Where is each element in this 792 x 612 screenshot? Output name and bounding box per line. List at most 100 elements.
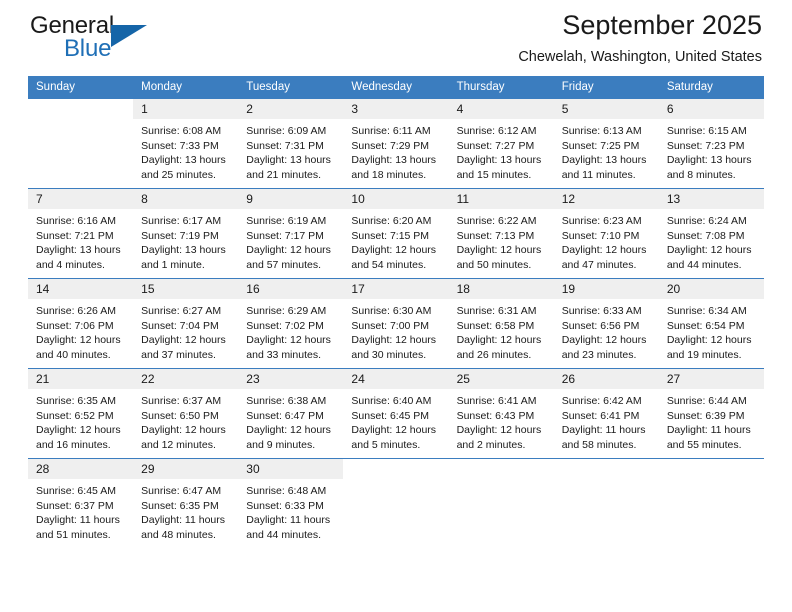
sunrise-text: Sunrise: 6:42 AM xyxy=(561,395,642,407)
day-details: Sunrise: 6:41 AM Sunset: 6:43 PM Daylight:… xyxy=(449,389,554,452)
calendar-day-number: 1 xyxy=(133,99,239,119)
day-details: Sunrise: 6:42 AM Sunset: 6:41 PM Daylight:… xyxy=(554,389,659,452)
calendar-day-cell[interactable]: 30 Sunrise: 6:48 AM Sunset: 6:33 PM Dayligh… xyxy=(238,458,344,553)
calendar-day-cell[interactable]: 19 Sunrise: 6:33 AM Sunset: 6:56 PM Dayligh… xyxy=(553,278,659,369)
sunset-text: Sunset: 7:25 PM xyxy=(561,139,640,152)
sunset-text: Sunset: 7:19 PM xyxy=(141,229,219,242)
calendar-day-cell[interactable]: 20 Sunrise: 6:34 AM Sunset: 6:54 PM Dayligh… xyxy=(658,278,764,369)
calendar-day-number: 18 xyxy=(448,279,554,299)
sunrise-text: Sunrise: 6:12 AM xyxy=(456,125,537,137)
calendar-day-cell[interactable]: 9 Sunrise: 6:19 AM Sunset: 7:17 PM Daylight… xyxy=(238,188,344,279)
calendar-day-cell[interactable]: 1 Sunrise: 6:08 AM Sunset: 7:33 PM Daylight… xyxy=(133,98,239,189)
sunrise-text: Sunrise: 6:15 AM xyxy=(666,125,747,137)
weekday-header-friday: Friday xyxy=(553,76,659,99)
calendar-day-cell[interactable]: 2 Sunrise: 6:09 AM Sunset: 7:31 PM Daylight… xyxy=(238,98,344,189)
daylight-text-line1: Daylight: 12 hours xyxy=(456,244,542,257)
sunset-text: Sunset: 7:31 PM xyxy=(246,139,324,152)
daylight-text-line1: Daylight: 12 hours xyxy=(456,424,542,437)
daylight-text-line2: and 55 minutes. xyxy=(666,438,742,451)
daylight-text-line2: and 4 minutes. xyxy=(36,258,105,271)
sunrise-text: Sunrise: 6:48 AM xyxy=(246,485,327,497)
calendar-day-cell[interactable]: 18 Sunrise: 6:31 AM Sunset: 6:58 PM Dayligh… xyxy=(448,278,554,369)
calendar-day-cell[interactable]: 17 Sunrise: 6:30 AM Sunset: 7:00 PM Dayligh… xyxy=(343,278,449,369)
calendar-day-cell[interactable]: 25 Sunrise: 6:41 AM Sunset: 6:43 PM Dayligh… xyxy=(448,368,554,459)
day-details: Sunrise: 6:29 AM Sunset: 7:02 PM Daylight:… xyxy=(238,299,343,362)
title-block: September 2025 Chewelah, Washington, Uni… xyxy=(518,8,762,68)
sunrise-text: Sunrise: 6:40 AM xyxy=(351,395,432,407)
daylight-text-line1: Daylight: 11 hours xyxy=(561,424,646,437)
sunrise-text: Sunrise: 6:13 AM xyxy=(561,125,642,137)
day-details: Sunrise: 6:26 AM Sunset: 7:06 PM Daylight:… xyxy=(28,299,133,362)
calendar-day-cell[interactable]: 29 Sunrise: 6:47 AM Sunset: 6:35 PM Dayligh… xyxy=(133,458,239,553)
calendar-day-cell[interactable]: 23 Sunrise: 6:38 AM Sunset: 6:47 PM Dayligh… xyxy=(238,368,344,459)
calendar-day-cell[interactable]: 11 Sunrise: 6:22 AM Sunset: 7:13 PM Dayligh… xyxy=(448,188,554,279)
sunset-text: Sunset: 6:52 PM xyxy=(36,409,114,422)
calendar-day-cell[interactable]: 28 Sunrise: 6:45 AM Sunset: 6:37 PM Dayligh… xyxy=(28,458,134,553)
calendar-day-number: 11 xyxy=(448,189,554,209)
day-details: Sunrise: 6:44 AM Sunset: 6:39 PM Daylight:… xyxy=(659,389,764,452)
calendar-day-cell[interactable]: 14 Sunrise: 6:26 AM Sunset: 7:06 PM Dayligh… xyxy=(28,278,134,369)
sunrise-text: Sunrise: 6:24 AM xyxy=(666,215,747,227)
daylight-text-line1: Daylight: 12 hours xyxy=(666,334,752,347)
sunrise-text: Sunrise: 6:37 AM xyxy=(141,395,222,407)
weekday-header-tuesday: Tuesday xyxy=(238,76,344,99)
calendar-day-cell[interactable]: 6 Sunrise: 6:15 AM Sunset: 7:23 PM Daylight… xyxy=(658,98,764,189)
calendar-day-cell[interactable]: 4 Sunrise: 6:12 AM Sunset: 7:27 PM Daylight… xyxy=(448,98,554,189)
calendar-day-cell[interactable]: 21 Sunrise: 6:35 AM Sunset: 6:52 PM Dayligh… xyxy=(28,368,134,459)
calendar-day-number: 28 xyxy=(28,459,134,479)
calendar-day-cell[interactable]: 10 Sunrise: 6:20 AM Sunset: 7:15 PM Dayligh… xyxy=(343,188,449,279)
calendar-day-cell[interactable]: 12 Sunrise: 6:23 AM Sunset: 7:10 PM Dayligh… xyxy=(553,188,659,279)
day-details: Sunrise: 6:15 AM Sunset: 7:23 PM Daylight:… xyxy=(659,119,764,182)
calendar-day-number: 24 xyxy=(343,369,449,389)
sunset-text: Sunset: 6:41 PM xyxy=(561,409,640,422)
sunset-text: Sunset: 7:08 PM xyxy=(666,229,745,242)
daylight-text-line1: Daylight: 12 hours xyxy=(246,244,331,257)
daylight-text-line2: and 18 minutes. xyxy=(351,168,427,181)
daylight-text-line1: Daylight: 13 hours xyxy=(36,244,121,257)
day-details: Sunrise: 6:23 AM Sunset: 7:10 PM Daylight:… xyxy=(554,209,659,272)
calendar-day-cell[interactable]: 26 Sunrise: 6:42 AM Sunset: 6:41 PM Dayligh… xyxy=(553,368,659,459)
calendar-day-cell[interactable]: 7 Sunrise: 6:16 AM Sunset: 7:21 PM Daylight… xyxy=(28,188,134,279)
day-details: Sunrise: 6:24 AM Sunset: 7:08 PM Daylight:… xyxy=(659,209,764,272)
sunrise-text: Sunrise: 6:19 AM xyxy=(246,215,327,227)
sunset-text: Sunset: 6:45 PM xyxy=(351,409,430,422)
weekday-header-monday: Monday xyxy=(133,76,239,99)
calendar-day-number: 17 xyxy=(343,279,449,299)
day-details: Sunrise: 6:09 AM Sunset: 7:31 PM Daylight:… xyxy=(238,119,343,182)
calendar-day-cell[interactable]: 8 Sunrise: 6:17 AM Sunset: 7:19 PM Daylight… xyxy=(133,188,239,279)
calendar-day-cell[interactable]: 24 Sunrise: 6:40 AM Sunset: 6:45 PM Dayligh… xyxy=(343,368,449,459)
daylight-text-line2: and 11 minutes. xyxy=(561,168,636,181)
daylight-text-line2: and 54 minutes. xyxy=(351,258,427,271)
brand-logo[interactable]: General Blue xyxy=(30,12,210,68)
calendar-day-cell[interactable]: 15 Sunrise: 6:27 AM Sunset: 7:04 PM Dayligh… xyxy=(133,278,239,369)
calendar-day-cell[interactable]: 27 Sunrise: 6:44 AM Sunset: 6:39 PM Dayligh… xyxy=(658,368,764,459)
calendar-body: 1 Sunrise: 6:08 AM Sunset: 7:33 PM Daylight… xyxy=(28,98,764,553)
calendar-day-cell[interactable]: 16 Sunrise: 6:29 AM Sunset: 7:02 PM Dayligh… xyxy=(238,278,344,369)
calendar-day-cell[interactable]: 22 Sunrise: 6:37 AM Sunset: 6:50 PM Dayligh… xyxy=(133,368,239,459)
calendar-day-number: 22 xyxy=(133,369,239,389)
page-subtitle: Chewelah, Washington, United States xyxy=(518,49,762,65)
calendar-day-cell[interactable]: 3 Sunrise: 6:11 AM Sunset: 7:29 PM Daylight… xyxy=(343,98,449,189)
daylight-text-line1: Daylight: 11 hours xyxy=(666,424,751,437)
daylight-text-line1: Daylight: 12 hours xyxy=(36,334,121,347)
daylight-text-line1: Daylight: 13 hours xyxy=(456,154,542,167)
calendar-day-number: 5 xyxy=(553,99,659,119)
sunset-text: Sunset: 7:00 PM xyxy=(351,319,430,332)
sunset-text: Sunset: 7:13 PM xyxy=(456,229,535,242)
calendar-day-number: 26 xyxy=(553,369,659,389)
sunrise-text: Sunrise: 6:23 AM xyxy=(561,215,642,227)
calendar-day-cell[interactable]: 13 Sunrise: 6:24 AM Sunset: 7:08 PM Dayligh… xyxy=(658,188,764,279)
day-details: Sunrise: 6:40 AM Sunset: 6:45 PM Daylight:… xyxy=(343,389,448,452)
weekday-header-saturday: Saturday xyxy=(658,76,764,99)
daylight-text-line1: Daylight: 12 hours xyxy=(246,424,331,437)
daylight-text-line2: and 51 minutes. xyxy=(36,528,111,541)
calendar-week-row: 21 Sunrise: 6:35 AM Sunset: 6:52 PM Dayligh… xyxy=(28,368,764,459)
calendar-day-number xyxy=(28,99,134,119)
calendar-day-cell[interactable]: 5 Sunrise: 6:13 AM Sunset: 7:25 PM Daylight… xyxy=(553,98,659,189)
daylight-text-line1: Daylight: 12 hours xyxy=(246,334,331,347)
sunset-text: Sunset: 7:27 PM xyxy=(456,139,535,152)
daylight-text-line2: and 8 minutes. xyxy=(666,168,736,181)
calendar-week-row: 7 Sunrise: 6:16 AM Sunset: 7:21 PM Daylight… xyxy=(28,188,764,279)
day-details: Sunrise: 6:33 AM Sunset: 6:56 PM Daylight:… xyxy=(554,299,659,362)
page-title: September 2025 xyxy=(562,10,762,40)
